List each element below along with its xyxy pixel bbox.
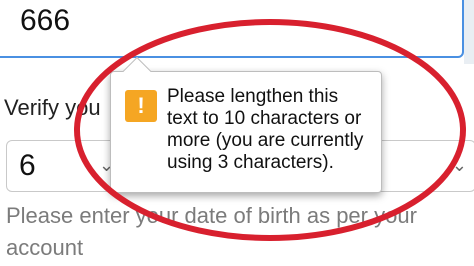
warning-icon: ! bbox=[125, 90, 157, 122]
chevron-down-icon: ⌄ bbox=[451, 155, 467, 175]
text-input-value: 666 bbox=[20, 4, 71, 37]
text-input-field[interactable]: 666 bbox=[0, 0, 464, 58]
verify-label: Verify you bbox=[4, 95, 101, 120]
help-text: Please enter your date of birth as per y… bbox=[6, 203, 417, 260]
tooltip-message: Please lengthen this text to 10 characte… bbox=[167, 86, 364, 173]
date-select-value: 6 bbox=[19, 149, 36, 182]
tooltip-arrow bbox=[122, 56, 152, 86]
scrollbar-track bbox=[464, 0, 474, 64]
validation-tooltip: ! Please lengthen this text to 10 charac… bbox=[110, 56, 382, 193]
